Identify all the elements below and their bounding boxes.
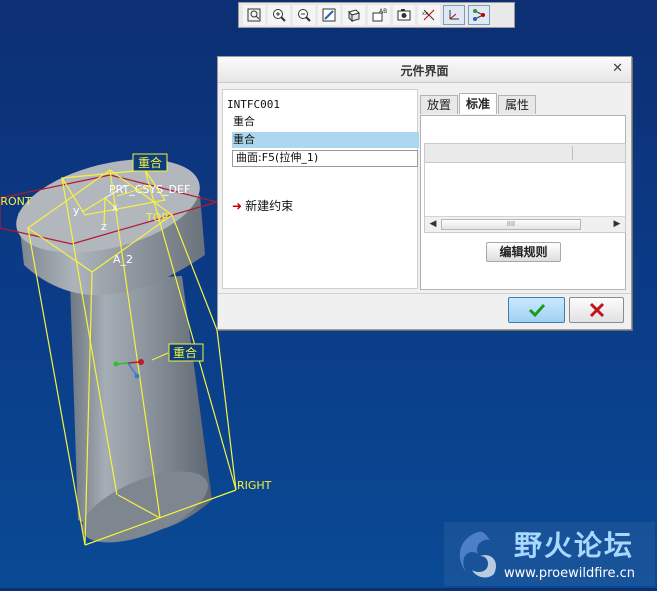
zoom-out-icon	[298, 9, 311, 22]
tree-item-coincident-2[interactable]: 重合	[232, 132, 419, 148]
new-constraint-item[interactable]: ➜ 新建约束	[232, 197, 293, 214]
zoom-in-button[interactable]	[268, 5, 290, 25]
zoom-fit-icon	[247, 8, 261, 22]
datum-front-label: FRONT	[0, 195, 32, 208]
constraint-tag-1[interactable]: 重合	[132, 153, 168, 172]
constraint-tag-2-label: 重合	[173, 345, 197, 360]
scroll-left-icon[interactable]: ◀	[426, 218, 440, 231]
dialog-button-bar	[218, 293, 631, 330]
tab-standard[interactable]: 标准	[459, 93, 498, 114]
close-icon	[589, 302, 604, 318]
tab-placement[interactable]: 放置	[420, 95, 459, 114]
datum-top-label: TOP	[145, 211, 168, 224]
rules-table[interactable]: ◀ IIII ▶	[424, 143, 626, 233]
dialog-titlebar[interactable]: 元件界面 ✕	[218, 57, 631, 83]
datum-point-icon	[473, 9, 485, 21]
bolt-head	[16, 159, 205, 296]
z-axis-label: z	[101, 220, 107, 233]
layers-icon	[397, 9, 411, 21]
tree-item-surface-reference[interactable]: 曲面:F5(拉伸_1)	[232, 150, 418, 167]
zoom-in-icon	[273, 9, 286, 22]
bolt-shaft	[70, 276, 212, 543]
watermark-title: 野火论坛	[514, 529, 635, 562]
tab-properties[interactable]: 属性	[498, 95, 537, 114]
scroll-thumb[interactable]: IIII	[441, 219, 581, 230]
constraint-tag-1-label: 重合	[138, 155, 162, 170]
datum-axis-button[interactable]: xx	[418, 5, 440, 25]
site-watermark: 野火论坛 www.proewildfire.cn	[444, 522, 655, 586]
tree-root-label[interactable]: INTFC001	[227, 98, 280, 111]
tab-content: ◀ IIII ▶ 编辑规则	[420, 115, 626, 290]
datum-csys-icon	[449, 10, 459, 20]
cancel-button[interactable]	[569, 297, 624, 323]
component-interface-dialog: 元件界面 ✕ INTFC001 重合 重合 曲面:F5(拉伸_1) ➜ 新建约束…	[217, 56, 632, 330]
edit-rule-button[interactable]: 编辑规则	[486, 242, 561, 262]
tab-strip: 放置 标准 属性	[420, 93, 537, 115]
saved-views-button[interactable]: AB	[368, 5, 390, 25]
constraint-tag-2[interactable]: 重合	[168, 343, 204, 362]
datum-csys-button[interactable]	[443, 5, 465, 25]
tree-item-coincident-1[interactable]: 重合	[233, 114, 418, 130]
arrow-right-icon: ➜	[232, 198, 243, 213]
zoom-out-button[interactable]	[293, 5, 315, 25]
saved-views-icon: AB	[372, 8, 387, 22]
properties-panel: 放置 标准 属性 ◀ IIII ▶ 编辑规则	[420, 89, 628, 290]
constraint-tree: INTFC001 重合 重合 曲面:F5(拉伸_1) ➜ 新建约束	[222, 89, 419, 289]
axis-label: A_2	[113, 253, 133, 266]
new-constraint-label: 新建约束	[245, 199, 294, 213]
rules-table-header	[425, 144, 625, 163]
y-axis-label: y	[73, 204, 80, 217]
svg-text:xx: xx	[422, 11, 428, 17]
datum-axis-icon: xx	[422, 9, 435, 21]
repaint-icon	[322, 8, 336, 22]
datum-right-label: RIGHT	[237, 479, 272, 492]
csys-label: PRT_CSYS_DEF	[109, 183, 190, 196]
view-toolbar: AB xx	[238, 2, 515, 28]
datum-point-button[interactable]	[468, 5, 490, 25]
checkmark-icon	[528, 303, 545, 318]
zoom-fit-button[interactable]	[243, 5, 265, 25]
horizontal-scrollbar[interactable]: ◀ IIII ▶	[425, 216, 625, 232]
ok-button[interactable]	[508, 297, 565, 323]
view-orientation-icon	[348, 9, 360, 23]
layers-button[interactable]	[393, 5, 415, 25]
watermark-url: www.proewildfire.cn	[504, 566, 635, 581]
scroll-right-icon[interactable]: ▶	[610, 218, 624, 231]
view-orientation-button[interactable]	[343, 5, 365, 25]
repaint-button[interactable]	[318, 5, 340, 25]
dialog-title: 元件界面	[400, 64, 449, 78]
flame-logo-icon	[459, 531, 497, 578]
svg-text:AB: AB	[379, 8, 387, 15]
x-axis-label: x	[112, 203, 118, 214]
close-icon[interactable]: ✕	[612, 61, 623, 76]
